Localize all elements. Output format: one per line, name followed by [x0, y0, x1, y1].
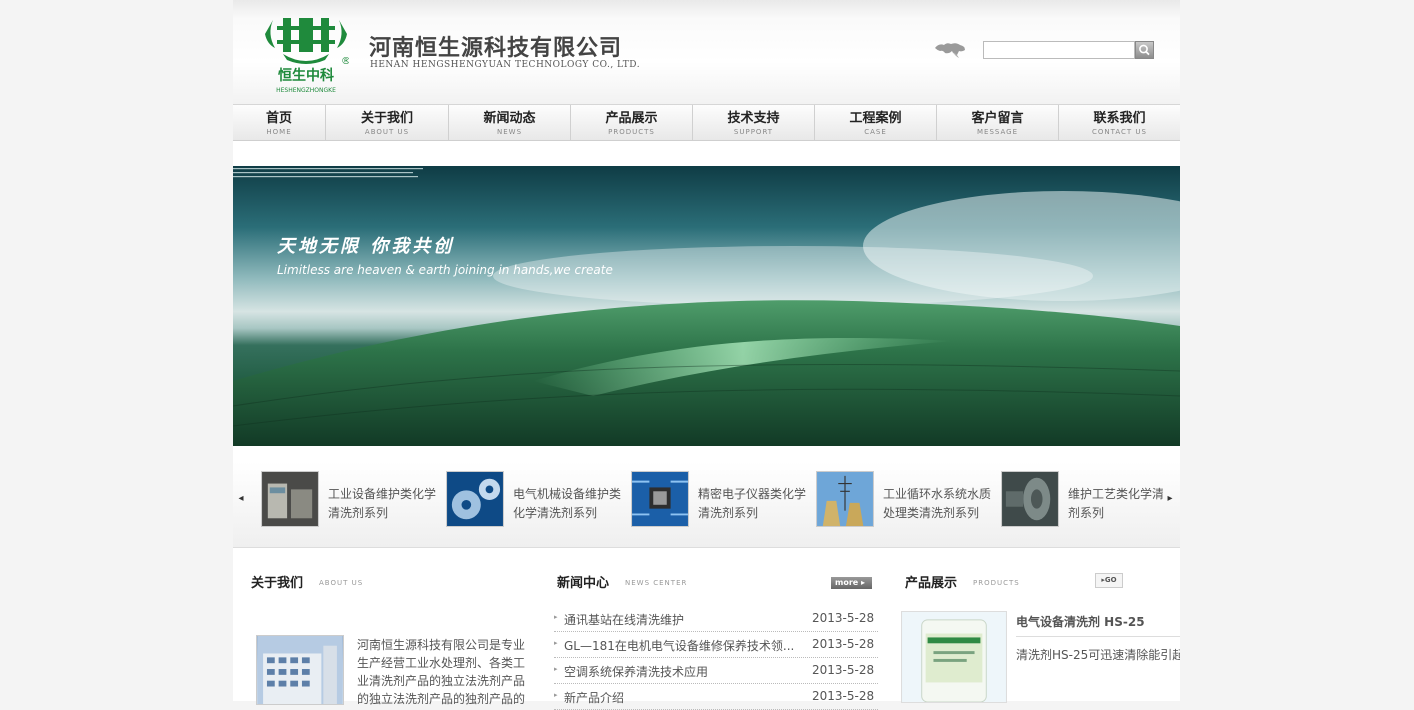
nav-label: 技术支持: [727, 111, 780, 126]
nav-label: 新闻动态: [483, 111, 536, 126]
nav-item-about[interactable]: 关于我们 ABOUT US: [326, 105, 449, 140]
logo-chinese-text: 恒生中科: [278, 67, 334, 84]
about-description: 河南恒生源科技有限公司是专业生产经营工业水处理剂、各类工业清洗剂产品的独立法洗剂…: [357, 638, 526, 706]
page-wrapper: 恒生中科 HESHENGZHONGKE ® 河南恒生源科技有限公司 HENAN …: [233, 0, 1180, 710]
news-section-subtitle: NEWS CENTER: [625, 579, 688, 587]
nav-item-contact[interactable]: 联系我们 CONTACT US: [1059, 105, 1180, 140]
banner-title: 天地无限 你我共创: [277, 236, 455, 257]
search-input[interactable]: [983, 41, 1135, 59]
products-go-button[interactable]: ▸GO: [1095, 573, 1123, 588]
news-item[interactable]: ▸ 空调系统保养清洗技术应用 2013-5-28: [554, 658, 878, 684]
nav-sublabel: NEWS: [496, 128, 523, 136]
main-nav: 首页 HOME 关于我们 ABOUT US 新闻动态 NEWS 产品展示 PRO…: [233, 104, 1180, 141]
nav-item-home[interactable]: 首页 HOME: [233, 105, 326, 140]
nav-sublabel: PRODUCTS: [608, 128, 655, 136]
featured-product-description: 清洗剂HS-25可迅速清除能引起: [1016, 648, 1180, 662]
news-item[interactable]: ▸ 通讯基站在线清洗维护 2013-5-28: [554, 606, 878, 632]
company-building-image: [256, 635, 344, 705]
banner-fine-print: [233, 168, 423, 178]
company-name-cn: 河南恒生源科技有限公司: [369, 35, 623, 61]
carousel-item[interactable]: 电气机械设备维护类化学清洗剂系列: [446, 471, 631, 529]
nav-item-products[interactable]: 产品展示 PRODUCTS: [571, 105, 693, 140]
product-bottle-image[interactable]: [901, 611, 1007, 703]
chevron-right-icon: ▸: [1167, 493, 1173, 504]
news-title: 空调系统保养清洗技术应用: [564, 665, 709, 679]
nav-sublabel: HOME: [266, 128, 292, 136]
nav-label: 客户留言: [971, 111, 1024, 126]
product-carousel: ◂ 工业设备维护类化学清洗剂系列 电气机械设备维护类化学清洗剂系列 精密电子仪器…: [233, 462, 1180, 548]
bullet-icon: ▸: [554, 613, 558, 621]
bullet-icon: ▸: [554, 665, 558, 673]
news-title: GL—181在电机电气设备维修保养技术领...: [564, 639, 795, 653]
nav-sublabel: SUPPORT: [733, 128, 774, 136]
carousel-item[interactable]: 工业设备维护类化学清洗剂系列: [261, 471, 446, 529]
about-section-title: 关于我们: [251, 576, 304, 591]
nav-sublabel: ABOUT US: [364, 128, 410, 136]
nav-item-message[interactable]: 客户留言 MESSAGE: [937, 105, 1059, 140]
nav-sublabel: CONTACT US: [1092, 128, 1147, 136]
industrial-equipment-thumbnail: [261, 471, 319, 527]
bullet-icon: ▸: [554, 691, 558, 699]
banner-landscape: [233, 191, 1180, 446]
featured-product-title[interactable]: 电气设备清洗剂 HS-25: [1016, 613, 1145, 630]
carousel-item[interactable]: 维护工艺类化学清洗剂系列: [1001, 471, 1163, 529]
company-logo[interactable]: 恒生中科 HESHENGZHONGKE ®: [263, 12, 349, 94]
nav-label: 关于我们: [360, 111, 413, 126]
carousel-item[interactable]: 工业循环水系统水质处理类清洗剂系列: [816, 471, 1001, 529]
nav-sublabel: MESSAGE: [977, 128, 1018, 136]
nav-label: 首页: [265, 111, 292, 126]
logo-english-text: HESHENGZHONGKE: [276, 87, 336, 94]
carousel-item-label: 工业设备维护类化学清洗剂系列: [328, 487, 437, 520]
carousel-item-label: 维护工艺类化学清洗剂系列: [1068, 487, 1163, 520]
chevron-left-icon: ◂: [238, 493, 244, 504]
search-button[interactable]: [1135, 41, 1154, 59]
carousel-item-label: 工业循环水系统水质处理类清洗剂系列: [883, 487, 992, 520]
nav-label: 产品展示: [605, 111, 658, 126]
nav-item-case[interactable]: 工程案例 CASE: [815, 105, 937, 140]
news-section-title: 新闻中心: [557, 576, 610, 591]
news-date: 2013-5-28: [812, 637, 875, 651]
circuit-board-thumbnail: [631, 471, 689, 527]
company-name-en: HENAN HENGSHENGYUAN TECHNOLOGY CO., LTD.: [370, 60, 641, 70]
gears-thumbnail: [446, 471, 504, 527]
news-title: 新产品介绍: [564, 691, 625, 705]
news-date: 2013-5-28: [812, 611, 875, 625]
about-section-subtitle: ABOUT US: [319, 579, 364, 587]
bullet-icon: ▸: [554, 639, 558, 647]
search-icon: [1139, 44, 1150, 56]
cooling-towers-thumbnail: [816, 471, 874, 527]
news-more-button[interactable]: more ▸: [831, 577, 872, 589]
carousel-item[interactable]: 精密电子仪器类化学清洗剂系列: [631, 471, 816, 529]
carousel-next-button[interactable]: ▸: [1164, 489, 1176, 509]
news-item[interactable]: ▸ 新产品介绍 2013-5-28: [554, 684, 878, 710]
carousel-prev-button[interactable]: ◂: [235, 489, 247, 509]
carousel-track: 工业设备维护类化学清洗剂系列 电气机械设备维护类化学清洗剂系列 精密电子仪器类化…: [261, 471, 1163, 529]
machinery-roller-thumbnail: [1001, 471, 1059, 527]
registered-mark: ®: [341, 56, 349, 67]
products-section-title: 产品展示: [905, 576, 958, 591]
products-section-subtitle: PRODUCTS: [973, 579, 1020, 587]
news-date: 2013-5-28: [812, 663, 875, 677]
carousel-item-label: 精密电子仪器类化学清洗剂系列: [698, 487, 807, 520]
nav-label: 工程案例: [849, 111, 902, 126]
news-item[interactable]: ▸ GL—181在电机电气设备维修保养技术领... 2013-5-28: [554, 632, 878, 658]
news-list: ▸ 通讯基站在线清洗维护 2013-5-28 ▸ GL—181在电机电气设备维修…: [554, 606, 878, 710]
nav-item-support[interactable]: 技术支持 SUPPORT: [693, 105, 815, 140]
hero-banner: 天地无限 你我共创 Limitless are heaven & earth j…: [233, 166, 1180, 446]
nav-item-news[interactable]: 新闻动态 NEWS: [449, 105, 571, 140]
nav-label: 联系我们: [1093, 111, 1146, 126]
site-header: 恒生中科 HESHENGZHONGKE ® 河南恒生源科技有限公司 HENAN …: [233, 0, 1180, 104]
divider: [1016, 636, 1180, 637]
nav-sublabel: CASE: [864, 128, 887, 136]
carousel-item-label: 电气机械设备维护类化学清洗剂系列: [513, 487, 622, 520]
news-title: 通讯基站在线清洗维护: [564, 613, 685, 627]
globe-icon[interactable]: [933, 40, 967, 60]
banner-subtitle: Limitless are heaven & earth joining in …: [277, 263, 613, 277]
